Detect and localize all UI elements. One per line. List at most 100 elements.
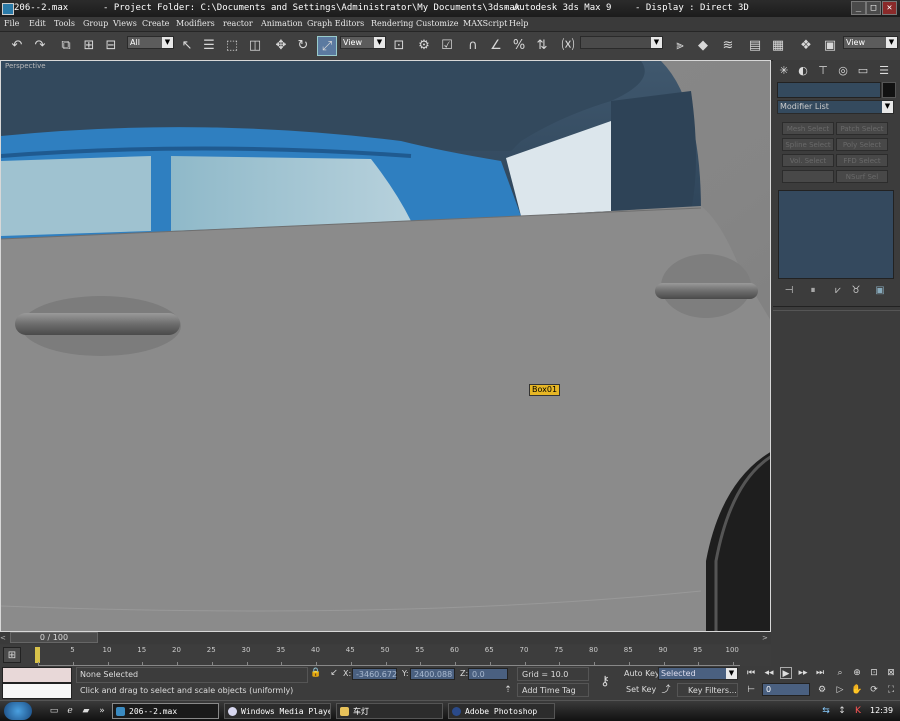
nsurf-sel-button[interactable]: NSurf Sel: [836, 170, 888, 183]
menu-group[interactable]: Group: [83, 17, 108, 31]
zoom-all-icon[interactable]: ⊕: [851, 667, 863, 679]
redo-icon[interactable]: ↷: [30, 36, 50, 56]
create-tab-icon[interactable]: ✳: [777, 64, 791, 78]
menu-customize[interactable]: Customize: [416, 17, 459, 31]
edit-named-selection-icon[interactable]: ⒳: [558, 36, 578, 56]
layer-manager-icon[interactable]: ≋: [718, 36, 738, 56]
add-time-tag-button[interactable]: Add Time Tag: [517, 683, 589, 697]
modifier-list-dropdown[interactable]: Modifier List ▼: [777, 100, 894, 114]
menu-file[interactable]: File: [4, 17, 19, 31]
quick-launch-ie-icon[interactable]: ℯ: [64, 705, 76, 717]
time-tag-icon[interactable]: ⇡: [502, 684, 514, 696]
maxscript-listener-white[interactable]: [2, 683, 72, 699]
next-frame-icon[interactable]: ▸▸: [797, 667, 809, 679]
minimize-button[interactable]: _: [851, 1, 866, 15]
app-icon[interactable]: [2, 3, 14, 15]
track-bar[interactable]: ⊞ 5 10 15 20 25 30 35 40 45 50 55 60 65 70 75 80 85 90 95 1…: [0, 645, 771, 667]
hierarchy-tab-icon[interactable]: ⊤: [816, 64, 830, 78]
key-mode-dropdown[interactable]: Selected ▼: [658, 667, 738, 680]
quick-launch-more-icon[interactable]: »: [96, 705, 108, 717]
window-crossing-icon[interactable]: ◫: [245, 36, 265, 56]
menu-tools[interactable]: Tools: [54, 17, 75, 31]
zoom-extents-icon[interactable]: ⊡: [868, 667, 880, 679]
previous-frame-icon[interactable]: ◂◂: [763, 667, 775, 679]
arc-rotate-icon[interactable]: ⟳: [868, 684, 880, 696]
select-and-rotate-icon[interactable]: ↻: [293, 36, 313, 56]
x-coordinate-field[interactable]: -3460.672: [352, 668, 397, 680]
tray-antivirus-icon[interactable]: K: [852, 705, 864, 717]
patch-select-button[interactable]: Patch Select: [836, 122, 888, 135]
make-unique-icon[interactable]: ⩗: [831, 284, 845, 298]
unlink-icon[interactable]: ⊞: [79, 36, 99, 56]
key-tangent-icon[interactable]: ⤴: [660, 684, 672, 696]
ffd-select-button[interactable]: FFD Select: [836, 154, 888, 167]
tray-arrow-icon[interactable]: ↕: [836, 705, 848, 717]
set-key-icon[interactable]: ⚷: [592, 670, 618, 694]
task-media-player[interactable]: Windows Media Player: [224, 703, 331, 719]
keyboard-shortcut-override-icon[interactable]: ☑: [437, 36, 457, 56]
mesh-select-button[interactable]: Mesh Select: [782, 122, 834, 135]
bind-space-warp-icon[interactable]: ⊟: [101, 36, 121, 56]
object-color-swatch[interactable]: [882, 82, 896, 98]
maximize-viewport-icon[interactable]: ⛶: [885, 684, 897, 696]
menu-create[interactable]: Create: [142, 17, 169, 31]
key-mode-toggle-icon[interactable]: ⊢: [745, 684, 757, 696]
menu-graph-editors[interactable]: Graph Editors: [307, 17, 364, 31]
remove-modifier-icon[interactable]: ♉: [849, 284, 863, 298]
snaps-toggle-icon[interactable]: ∩: [463, 36, 483, 56]
zoom-extents-all-icon[interactable]: ⊠: [885, 667, 897, 679]
motion-tab-icon[interactable]: ◎: [836, 64, 850, 78]
select-and-move-icon[interactable]: ✥: [271, 36, 291, 56]
current-frame-marker[interactable]: [35, 647, 40, 663]
rectangular-selection-icon[interactable]: ⬚: [222, 36, 242, 56]
field-of-view-icon[interactable]: ▷: [834, 684, 846, 696]
perspective-viewport[interactable]: Perspective Box01: [0, 60, 771, 632]
start-button[interactable]: [4, 702, 32, 720]
schematic-view-icon[interactable]: ▦: [768, 36, 788, 56]
current-frame-field[interactable]: 0: [762, 683, 810, 696]
object-name-field[interactable]: [777, 82, 881, 98]
tray-network-icon[interactable]: ⇆: [820, 705, 832, 717]
modifier-stack-list[interactable]: [778, 190, 894, 279]
mirror-icon[interactable]: ⫸: [670, 36, 690, 56]
set-key-button[interactable]: Set Key: [626, 685, 656, 694]
menu-edit[interactable]: Edit: [29, 17, 46, 31]
y-coordinate-field[interactable]: 2400.088: [410, 668, 455, 680]
angle-snap-icon[interactable]: ∠: [486, 36, 506, 56]
configure-modifier-sets-icon[interactable]: ▣: [873, 284, 887, 298]
open-mini-curve-editor-icon[interactable]: ⊞: [3, 647, 21, 663]
time-slider[interactable]: 0 / 100: [10, 632, 98, 643]
align-icon[interactable]: ◆: [693, 36, 713, 56]
utilities-tab-icon[interactable]: ☰: [877, 64, 891, 78]
go-to-end-icon[interactable]: ⏭: [814, 667, 826, 679]
curve-editor-icon[interactable]: ▤: [745, 36, 765, 56]
select-and-link-icon[interactable]: ⧉: [56, 36, 76, 56]
maximize-button[interactable]: □: [866, 1, 881, 15]
menu-views[interactable]: Views: [113, 17, 137, 31]
percent-snap-icon[interactable]: %: [509, 36, 529, 56]
key-filters-button[interactable]: Key Filters...: [677, 683, 738, 697]
display-tab-icon[interactable]: ▭: [856, 64, 870, 78]
task-3dsmax[interactable]: 206--2.max: [112, 703, 219, 719]
menu-help[interactable]: Help: [509, 17, 528, 31]
menu-reactor[interactable]: reactor: [223, 17, 253, 31]
slider-prev-icon[interactable]: <: [0, 633, 8, 643]
modify-tab-icon[interactable]: ◐: [796, 64, 810, 78]
selection-lock-icon[interactable]: 🔒: [310, 667, 322, 679]
menu-rendering[interactable]: Rendering: [371, 17, 413, 31]
show-end-result-icon[interactable]: ⏸: [806, 284, 820, 298]
menu-modifiers[interactable]: Modifiers: [176, 17, 215, 31]
auto-key-button[interactable]: Auto Key: [624, 669, 660, 678]
select-object-icon[interactable]: ↖: [177, 36, 197, 56]
task-photoshop[interactable]: Adobe Photoshop: [448, 703, 555, 719]
render-type-dropdown[interactable]: View ▼: [843, 36, 898, 49]
time-configuration-icon[interactable]: ⚙: [816, 684, 828, 696]
maxscript-listener-pink[interactable]: [2, 667, 72, 683]
pin-stack-icon[interactable]: ⊣: [782, 284, 796, 298]
pan-view-icon[interactable]: ✋: [851, 684, 863, 696]
task-folder[interactable]: 车灯: [336, 703, 443, 719]
menu-maxscript[interactable]: MAXScript: [463, 17, 507, 31]
quick-launch-folder-icon[interactable]: ▰: [80, 705, 92, 717]
reference-coordinate-dropdown[interactable]: View ▼: [340, 36, 386, 49]
selection-filter-dropdown[interactable]: All ▼: [127, 36, 174, 49]
